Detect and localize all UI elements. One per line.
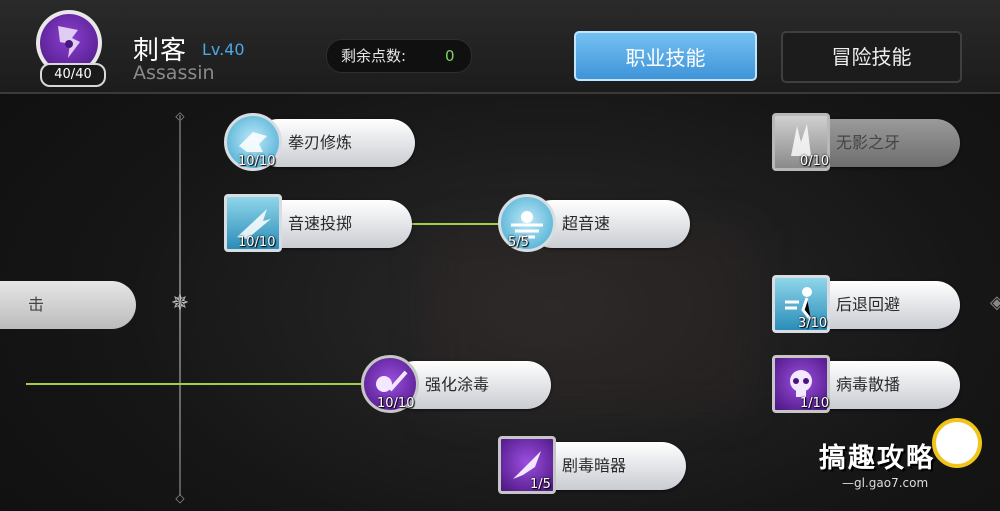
watermark: 搞趣攻略 —gl.gao7.com: [816, 416, 986, 496]
remaining-points-value: 0: [445, 47, 455, 65]
skill-level-count: 5/5: [508, 235, 529, 250]
connector-to-poison-enhance: [26, 383, 366, 385]
skill-level-count: 1/10: [800, 396, 830, 411]
skill-name: 超音速: [562, 214, 611, 233]
remaining-points-label: 剩余点数:: [341, 47, 407, 65]
skill-node-virus-spread[interactable]: 病毒散播 1/10: [772, 355, 960, 413]
skill-node-fist-blade[interactable]: 拳刃修炼 10/10: [224, 113, 415, 171]
skill-node-sonic-throw[interactable]: 音速投掷 10/10: [224, 194, 412, 252]
divider-bottom-cap: ◇: [175, 491, 185, 505]
skill-node-poison-enhance[interactable]: 强化涂毒 10/10: [361, 355, 551, 413]
watermark-url: —gl.gao7.com: [842, 476, 929, 490]
gamepad-logo-icon: [932, 418, 982, 468]
remaining-points: 剩余点数: 0: [326, 39, 472, 73]
skill-node-supersonic[interactable]: 超音速 5/5: [498, 194, 690, 252]
skill-level-count: 10/10: [238, 154, 276, 169]
class-name-english: Assassin: [133, 62, 215, 84]
skill-name: 强化涂毒: [425, 375, 490, 394]
skill-name: 后退回避: [836, 295, 901, 314]
skill-level-count: 10/10: [377, 396, 415, 411]
class-level: Lv.40: [202, 40, 245, 59]
skill-partial-left[interactable]: 击: [0, 281, 136, 329]
skill-level-count: 0/10: [800, 154, 830, 169]
divider-ornament-icon: ✵: [170, 291, 190, 316]
tab-class-skills[interactable]: 职业技能: [574, 31, 757, 81]
connector-sonic-throw-to-supersonic: [410, 223, 502, 225]
skill-partial-left-label: 击: [28, 295, 45, 314]
watermark-text: 搞趣攻略: [819, 443, 935, 474]
skill-level-count: 1/5: [530, 477, 551, 492]
skill-name: 病毒散播: [836, 375, 901, 394]
skill-level-count: 10/10: [238, 235, 276, 250]
tab-adventure-skills[interactable]: 冒险技能: [781, 31, 962, 83]
skill-node-poison-dart[interactable]: 剧毒暗器 1/5: [498, 436, 686, 494]
skill-name: 无影之牙: [836, 133, 901, 152]
avatar-level-badge: 40/40: [40, 63, 106, 87]
skill-name: 音速投掷: [288, 214, 353, 233]
skill-name: 拳刃修炼: [288, 133, 353, 152]
header-bar: 40/40 刺客 Lv.40 Assassin 剩余点数: 0 职业技能 冒险技…: [0, 0, 1000, 94]
skill-node-shadow-fang[interactable]: 无影之牙 0/10: [772, 113, 960, 171]
right-edge-ornament-icon: ◈: [990, 292, 1000, 313]
skill-name: 剧毒暗器: [562, 456, 627, 475]
skill-level-count: 3/10: [798, 316, 828, 331]
skill-node-backstep[interactable]: 后退回避 3/10: [772, 275, 960, 333]
